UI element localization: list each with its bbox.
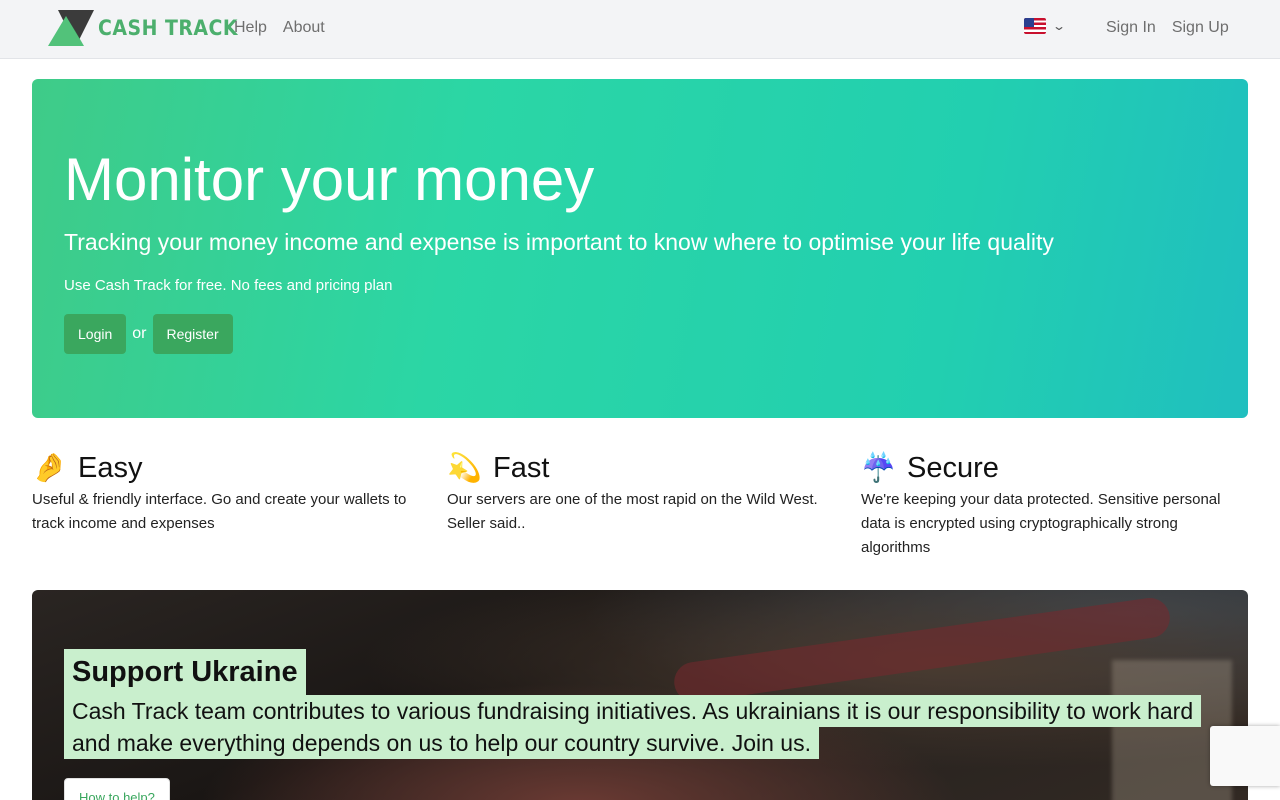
- navbar: CASH TRACK Help About ⌄ Sign In Sign Up: [0, 0, 1280, 59]
- how-to-help-button[interactable]: How to help?: [64, 778, 170, 800]
- sign-up-link[interactable]: Sign Up: [1172, 19, 1229, 37]
- feature-title: ☔️ Secure: [861, 448, 1248, 488]
- support-ukraine-text: Cash Track team contributes to various f…: [64, 695, 1204, 759]
- feature-fast: 💫 Fast Our servers are one of the most r…: [447, 448, 834, 536]
- dizzy-star-icon: 💫: [447, 452, 482, 483]
- nav-link-about[interactable]: About: [283, 19, 325, 37]
- brand-name: CASH TRACK: [98, 16, 239, 40]
- umbrella-icon: ☔️: [861, 452, 896, 483]
- feature-description: Our servers are one of the most rapid on…: [447, 491, 818, 532]
- support-ukraine-banner: Support Ukraine Cash Track team contribu…: [32, 590, 1248, 800]
- hero-note: Use Cash Track for free. No fees and pri…: [64, 277, 393, 294]
- or-text: or: [132, 325, 147, 342]
- chevron-down-icon: ⌄: [1051, 19, 1067, 33]
- background-photo-detail: [671, 595, 1173, 705]
- hero-lead: Tracking your money income and expense i…: [64, 229, 1054, 255]
- feature-easy: 🤌 Easy Useful & friendly interface. Go a…: [32, 448, 419, 536]
- feature-description: We're keeping your data protected. Sensi…: [861, 491, 1221, 556]
- feature-description: Useful & friendly interface. Go and crea…: [32, 491, 407, 532]
- hero-actions: Login or Register: [64, 314, 233, 354]
- sign-in-link[interactable]: Sign In: [1106, 19, 1156, 37]
- hero-title: Monitor your money: [64, 146, 595, 213]
- brand-logo-icon: [48, 10, 94, 46]
- feature-title: 💫 Fast: [447, 448, 834, 488]
- feature-title-text: Fast: [493, 452, 550, 484]
- hero-banner: Monitor your money Tracking your money i…: [32, 79, 1248, 418]
- pinched-fingers-icon: 🤌: [32, 452, 67, 483]
- recaptcha-badge[interactable]: [1210, 726, 1280, 786]
- us-flag-icon: [1024, 18, 1046, 34]
- auth-links: Sign In Sign Up: [1106, 19, 1229, 37]
- feature-title-text: Secure: [907, 452, 999, 484]
- feature-title: 🤌 Easy: [32, 448, 419, 488]
- nav-link-help[interactable]: Help: [234, 19, 267, 37]
- main-nav: Help About: [234, 19, 325, 37]
- register-button[interactable]: Register: [152, 314, 233, 354]
- feature-title-text: Easy: [78, 452, 143, 484]
- support-ukraine-title: Support Ukraine: [64, 649, 306, 695]
- login-button[interactable]: Login: [64, 314, 127, 354]
- feature-secure: ☔️ Secure We're keeping your data protec…: [861, 448, 1248, 560]
- support-ukraine-text-highlight: Cash Track team contributes to various f…: [64, 695, 1202, 759]
- brand-logo-link[interactable]: CASH TRACK: [48, 10, 238, 46]
- language-selector[interactable]: ⌄: [1024, 18, 1067, 34]
